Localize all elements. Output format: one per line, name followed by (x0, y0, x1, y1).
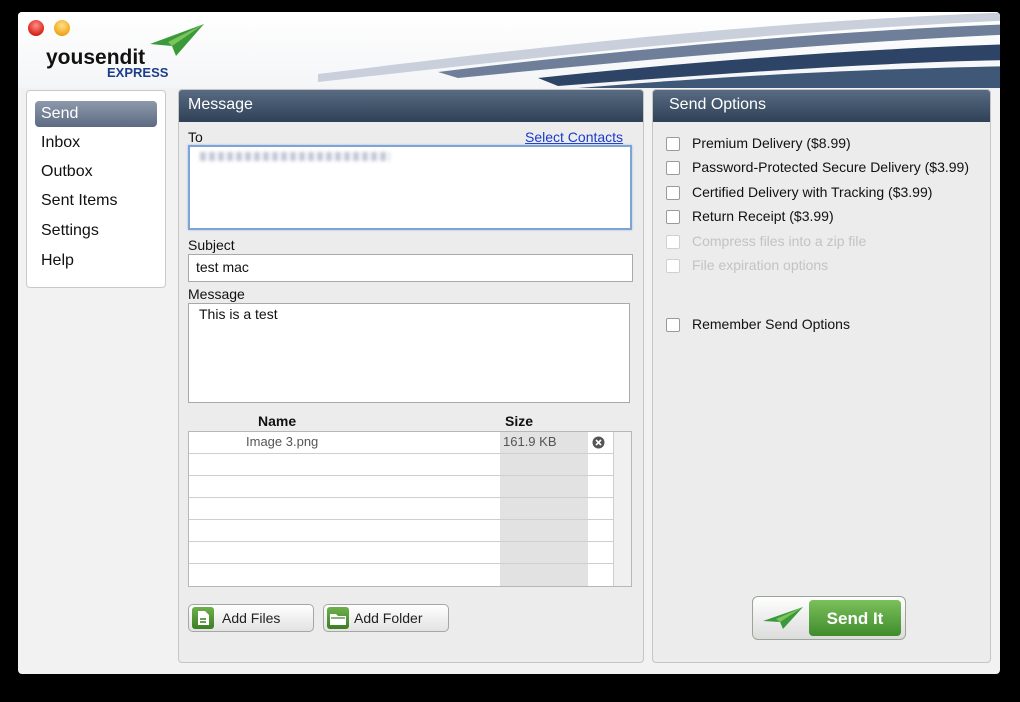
sidebar-item-send[interactable]: Send (35, 101, 157, 127)
file-row-size: 161.9 KB (503, 434, 557, 449)
add-files-button[interactable]: Add Files (188, 604, 314, 632)
to-field[interactable] (188, 145, 632, 230)
row-divider (189, 453, 613, 454)
checkbox (666, 259, 680, 273)
sidebar-item-sent-items[interactable]: Sent Items (35, 188, 157, 214)
send-options-title: Send Options (653, 90, 990, 122)
checkbox[interactable] (666, 137, 680, 151)
option-label: Return Receipt ($3.99) (692, 208, 834, 224)
select-contacts-link[interactable]: Select Contacts (525, 129, 623, 145)
send-it-green-face: Send It (809, 600, 901, 636)
message-label: Message (188, 286, 245, 302)
add-files-label: Add Files (222, 610, 281, 626)
send-it-label: Send It (826, 609, 884, 628)
remember-label: Remember Send Options (692, 316, 850, 332)
option-label: Premium Delivery ($8.99) (692, 135, 851, 151)
sidebar-item-settings[interactable]: Settings (35, 218, 157, 244)
message-body-field[interactable]: This is a test (188, 303, 630, 403)
message-panel-title: Message (179, 90, 643, 122)
files-table: Image 3.png 161.9 KB (188, 431, 632, 587)
remove-file-icon[interactable] (592, 436, 605, 449)
add-folder-icon (327, 607, 349, 629)
subject-field[interactable]: test mac (188, 254, 633, 282)
add-folder-label: Add Folder (354, 610, 423, 626)
header-swoosh-graphic (318, 12, 1000, 88)
logo-subtitle: EXPRESS (107, 65, 169, 80)
files-scrollbar[interactable] (613, 432, 631, 586)
app-window: yousendit EXPRESS Send Inbox Outbox Sent… (18, 12, 1000, 674)
checkbox (666, 235, 680, 249)
add-folder-button[interactable]: Add Folder (323, 604, 449, 632)
checkbox[interactable] (666, 210, 680, 224)
sidebar-item-outbox[interactable]: Outbox (35, 159, 157, 185)
send-it-button[interactable]: Send It (752, 596, 906, 640)
add-file-icon (192, 607, 214, 629)
subject-value: test mac (196, 259, 249, 275)
sidebar-item-help[interactable]: Help (35, 248, 157, 274)
file-row-name[interactable]: Image 3.png (246, 434, 318, 449)
window-minimize-button[interactable] (54, 20, 70, 36)
option-label: Compress files into a zip file (692, 233, 867, 249)
app-header: yousendit EXPRESS (18, 12, 1000, 88)
option-label: File expiration options (692, 257, 829, 273)
option-label: Password-Protected Secure Delivery ($3.9… (692, 159, 970, 175)
subject-label: Subject (188, 237, 235, 253)
message-body-value: This is a test (199, 306, 278, 322)
to-label: To (188, 129, 203, 145)
checkbox[interactable] (666, 161, 680, 175)
checkbox[interactable] (666, 186, 680, 200)
row-divider (189, 519, 613, 520)
files-column-size: Size (505, 413, 534, 429)
paper-plane-icon (763, 607, 803, 629)
paper-plane-logo-icon (150, 24, 204, 56)
recipient-address-redacted (200, 152, 390, 161)
window-close-button[interactable] (28, 20, 44, 36)
sidebar: Send Inbox Outbox Sent Items Settings He… (26, 90, 166, 288)
row-divider (189, 541, 613, 542)
send-options-panel: Send Options (652, 89, 991, 663)
row-divider (189, 475, 613, 476)
row-divider (189, 563, 613, 564)
files-column-name: Name (258, 413, 297, 429)
checkbox[interactable] (666, 318, 680, 332)
option-label: Certified Delivery with Tracking ($3.99) (692, 184, 933, 200)
sidebar-item-inbox[interactable]: Inbox (35, 130, 157, 156)
row-divider (189, 497, 613, 498)
